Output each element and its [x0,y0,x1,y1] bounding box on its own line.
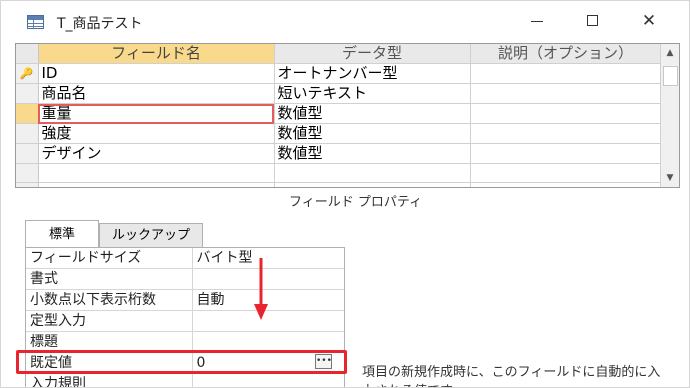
row-selector[interactable] [16,103,39,124]
description-cell[interactable] [470,123,662,144]
table-row[interactable] [16,182,662,187]
row-selector[interactable] [16,163,39,183]
property-row[interactable]: 入力規則 [26,373,344,387]
row-selector[interactable] [16,83,39,104]
grid-header-row: フィールド名 データ型 説明（オプション） [16,44,662,64]
tab-lookup[interactable]: ルックアップ [99,223,203,247]
property-row[interactable]: 小数点以下表示桁数 自動 [26,289,344,311]
property-label: 入力規則 [26,373,193,387]
description-cell[interactable] [470,63,662,84]
primary-key-icon[interactable]: 🔑 [16,63,39,84]
property-label: 書式 [26,268,193,290]
table-row[interactable] [16,163,662,183]
table-row-current[interactable]: 重量 数値型 [16,103,662,124]
description-cell[interactable] [470,143,662,164]
data-type-cell[interactable]: 数値型 [274,123,471,144]
title-bar[interactable]: T_商品テスト ✕ [1,1,689,41]
down-arrow-annotation-icon [254,258,268,320]
field-name-cell[interactable]: 商品名 [38,83,275,104]
header-data-type[interactable]: データ型 [274,44,471,64]
scroll-up-icon[interactable]: ▲ [661,44,679,62]
property-row[interactable]: フィールドサイズ バイト型 [26,248,344,269]
vertical-scrollbar[interactable]: ▲ ▼ [660,44,679,187]
table-row[interactable]: 🔑 ID オートナンバー型 [16,63,662,84]
table-design-window: T_商品テスト ✕ フィールド名 データ型 説明（オプション） 🔑 ID オート… [0,0,690,388]
data-type-cell[interactable] [274,182,471,187]
minimize-button[interactable] [523,11,553,31]
row-selector[interactable] [16,182,39,187]
data-type-cell[interactable]: 数値型 [274,143,471,164]
property-value[interactable] [192,373,344,387]
property-row[interactable]: 書式 [26,268,344,290]
data-type-cell[interactable]: 短いテキスト [274,83,471,104]
property-row[interactable]: 定型入力 [26,310,344,332]
default-value-highlight-box [16,350,347,374]
property-label: フィールドサイズ [26,248,193,269]
field-name-cell[interactable]: デザイン [38,143,275,164]
field-design-grid: フィールド名 データ型 説明（オプション） 🔑 ID オートナンバー型 商品名 … [15,43,680,188]
close-button[interactable]: ✕ [634,11,664,31]
field-properties-title: フィールド プロパティ [289,195,423,210]
row-selector[interactable] [16,123,39,144]
header-field-name[interactable]: フィールド名 [38,44,275,64]
row-selector-corner[interactable] [16,44,39,64]
description-cell[interactable] [470,83,662,104]
field-name-cell[interactable]: 重量 [38,103,275,124]
maximize-button[interactable] [578,11,608,31]
property-label: 小数点以下表示桁数 [26,289,193,311]
field-name-cell[interactable]: 強度 [38,123,275,144]
field-name-cell[interactable] [38,163,275,183]
header-description[interactable]: 説明（オプション） [470,44,662,64]
description-cell[interactable] [470,182,662,187]
tab-standard[interactable]: 標準 [25,220,99,249]
table-icon [27,15,44,29]
property-help-text: 項目の新規作成時に、このフィールドに自動的に入力される値です。 [362,365,661,387]
table-row[interactable]: 商品名 短いテキスト [16,83,662,104]
description-cell[interactable] [470,163,662,183]
row-selector[interactable] [16,143,39,164]
field-name-cell[interactable] [38,182,275,187]
data-type-cell[interactable]: オートナンバー型 [274,63,471,84]
scroll-thumb[interactable] [663,66,678,86]
table-row[interactable]: デザイン 数値型 [16,143,662,164]
data-type-cell[interactable]: 数値型 [274,103,471,124]
window-title: T_商品テスト [57,16,143,32]
data-type-cell[interactable] [274,163,471,183]
field-name-cell[interactable]: ID [38,63,275,84]
description-cell[interactable] [470,103,662,124]
scroll-down-icon[interactable]: ▼ [661,169,679,187]
table-row[interactable]: 強度 数値型 [16,123,662,144]
property-label: 定型入力 [26,310,193,332]
